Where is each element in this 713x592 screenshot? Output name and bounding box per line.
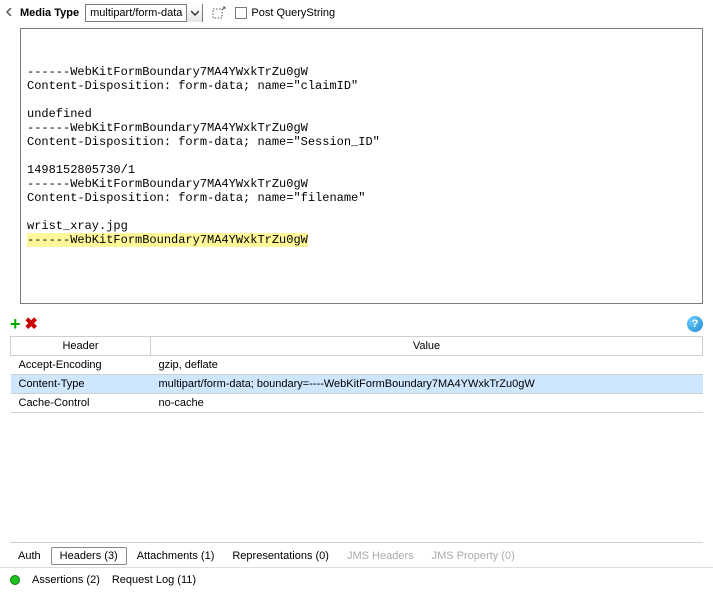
media-type-label: Media Type <box>20 7 79 19</box>
body-line: Content-Disposition: form-data; name="cl… <box>27 79 696 93</box>
tab-jms-property[interactable]: JMS Property (0) <box>424 548 523 564</box>
media-type-select[interactable]: multipart/form-data <box>85 4 203 22</box>
body-line <box>27 149 696 163</box>
tab-headers[interactable]: Headers (3) <box>51 547 127 565</box>
request-body-textarea[interactable]: ------WebKitFormBoundary7MA4YWxkTrZu0gWC… <box>20 28 703 304</box>
assertions-link[interactable]: Assertions (2) <box>32 574 100 586</box>
table-row[interactable]: Accept-Encodinggzip, deflate <box>11 356 703 375</box>
table-row[interactable]: Content-Typemultipart/form-data; boundar… <box>11 375 703 394</box>
chevron-left-icon[interactable] <box>6 7 14 19</box>
add-header-button[interactable]: + <box>10 315 21 333</box>
status-dot-icon <box>10 575 20 585</box>
checkbox-box <box>235 7 247 19</box>
media-type-value: multipart/form-data <box>86 7 186 19</box>
body-line: ------WebKitFormBoundary7MA4YWxkTrZu0gW <box>27 121 696 135</box>
header-name-cell[interactable]: Accept-Encoding <box>11 356 151 375</box>
chevron-down-icon[interactable] <box>186 4 202 22</box>
remove-header-button[interactable]: ✖ <box>25 314 38 334</box>
header-col-value[interactable]: Value <box>151 337 703 356</box>
body-line <box>27 205 696 219</box>
body-line: ------WebKitFormBoundary7MA4YWxkTrZu0gW <box>27 177 696 191</box>
tab-auth[interactable]: Auth <box>10 548 49 564</box>
header-value-cell[interactable]: multipart/form-data; boundary=----WebKit… <box>151 375 703 394</box>
header-name-cell[interactable]: Content-Type <box>11 375 151 394</box>
body-line: 1498152805730/1 <box>27 163 696 177</box>
body-line: Content-Disposition: form-data; name="fi… <box>27 191 696 205</box>
help-icon[interactable]: ? <box>687 316 703 332</box>
table-empty-area <box>10 413 703 543</box>
tab-jms-headers[interactable]: JMS Headers <box>339 548 422 564</box>
body-line <box>27 93 696 107</box>
body-line-highlighted: ------WebKitFormBoundary7MA4YWxkTrZu0gW <box>27 233 308 247</box>
header-name-cell[interactable]: Cache-Control <box>11 394 151 413</box>
headers-table[interactable]: Header Value Accept-Encodinggzip, deflat… <box>10 336 703 413</box>
status-bar: Assertions (2) Request Log (11) <box>0 568 713 592</box>
table-row[interactable]: Cache-Controlno-cache <box>11 394 703 413</box>
tab-attachments[interactable]: Attachments (1) <box>129 548 223 564</box>
bottom-tabs: Auth Headers (3) Attachments (1) Represe… <box>0 543 713 568</box>
body-line: wrist_xray.jpg <box>27 219 696 233</box>
header-col-header[interactable]: Header <box>11 337 151 356</box>
post-querystring-label: Post QueryString <box>251 7 335 19</box>
header-value-cell[interactable]: no-cache <box>151 394 703 413</box>
post-querystring-checkbox[interactable]: Post QueryString <box>235 7 335 19</box>
body-line: undefined <box>27 107 696 121</box>
body-line: ------WebKitFormBoundary7MA4YWxkTrZu0gW <box>27 65 696 79</box>
popup-icon[interactable] <box>209 4 229 22</box>
tab-representations[interactable]: Representations (0) <box>224 548 337 564</box>
header-value-cell[interactable]: gzip, deflate <box>151 356 703 375</box>
body-line: Content-Disposition: form-data; name="Se… <box>27 135 696 149</box>
request-log-link[interactable]: Request Log (11) <box>112 574 196 586</box>
